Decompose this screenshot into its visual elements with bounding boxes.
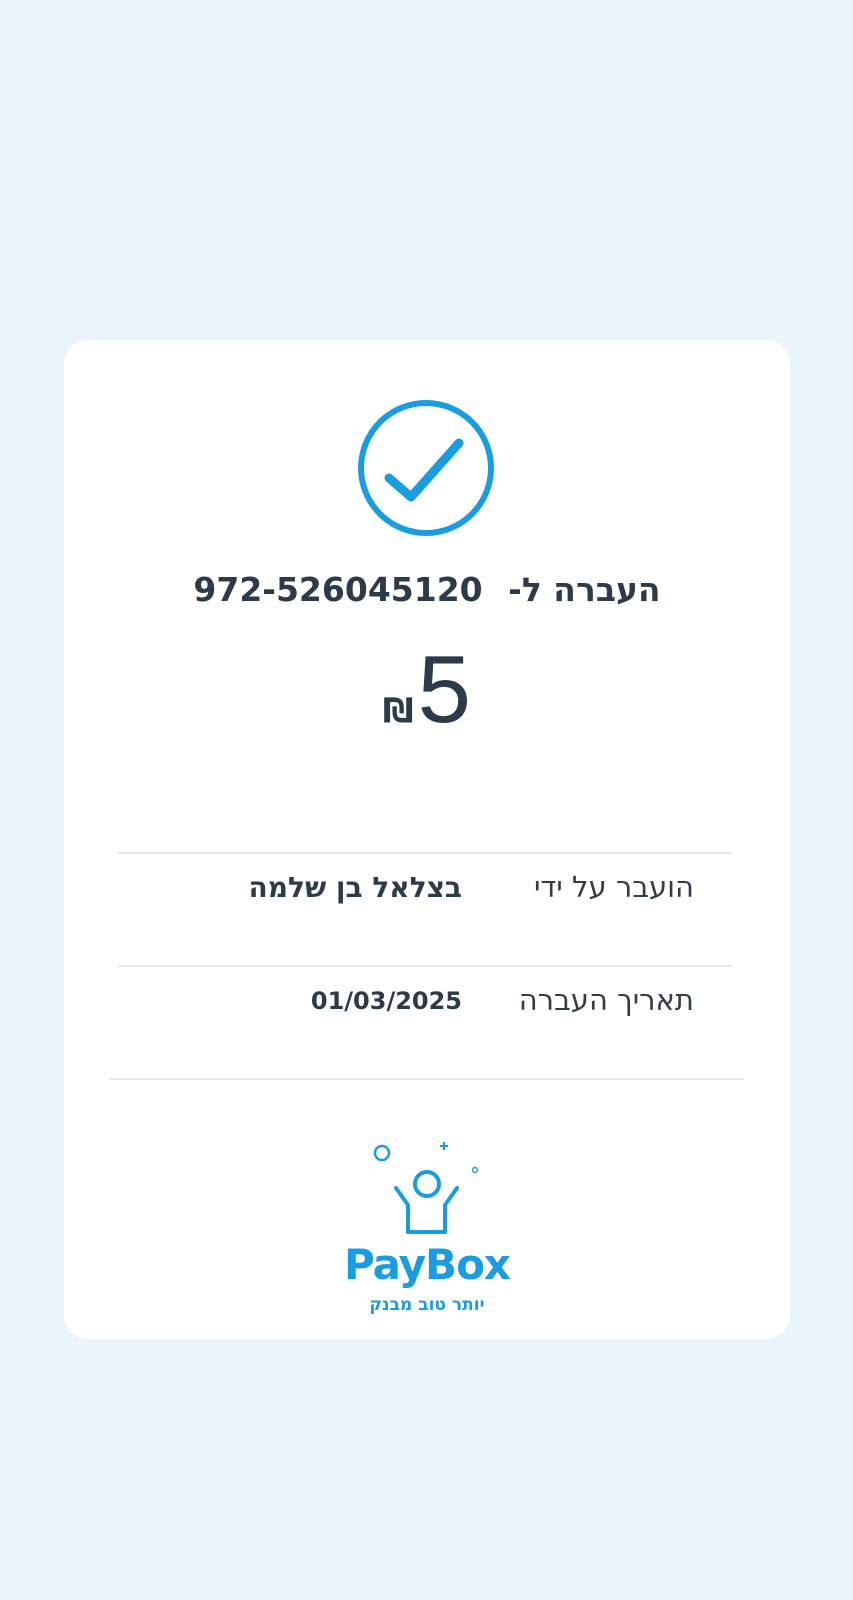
brand-tagline: יותר טוב מבנק	[369, 1295, 485, 1315]
transfer-to-label: העברה ל-	[508, 570, 661, 609]
transfer-title: 972-526045120 העברה ל-	[64, 570, 790, 609]
paybox-logo: PayBox יותר טוב מבנק	[332, 1120, 522, 1315]
receipt-card: 972-526045120 העברה ל- ₪5 הועבר על ידי ב…	[64, 340, 790, 1339]
transfer-date-value: 01/03/2025	[310, 987, 462, 1015]
divider	[109, 1078, 744, 1080]
currency-symbol: ₪	[382, 691, 414, 731]
sent-by-label: הועבר על ידי	[533, 870, 694, 904]
brand-name: PayBox	[343, 1240, 511, 1289]
amount-value: 5	[417, 636, 472, 743]
paybox-person-icon	[373, 1142, 479, 1234]
transfer-date-label: תאריך העברה	[518, 983, 694, 1017]
transfer-amount: ₪5	[64, 642, 790, 738]
divider	[118, 965, 732, 967]
check-circle-icon	[356, 398, 496, 538]
divider	[118, 852, 732, 854]
recipient-phone: 972-526045120	[193, 570, 483, 609]
sent-by-value: בצלאל בן שלמה	[248, 871, 462, 904]
